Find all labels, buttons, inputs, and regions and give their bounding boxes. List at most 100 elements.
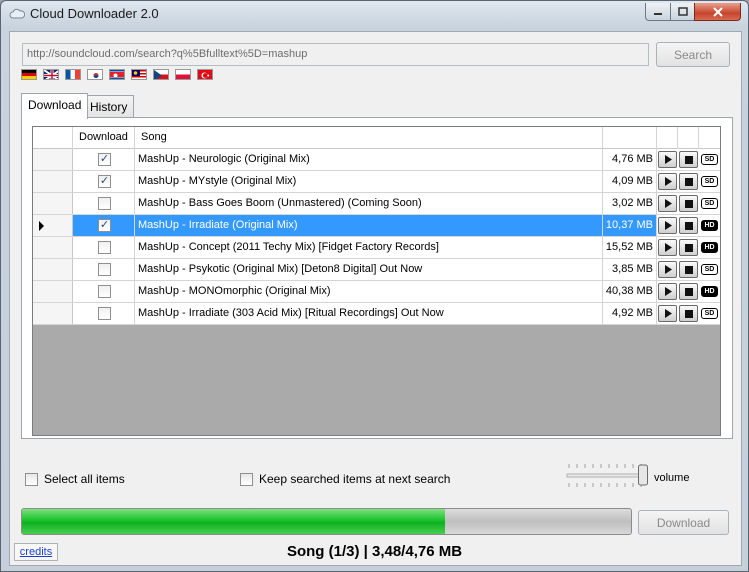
close-icon (712, 6, 723, 17)
stop-button[interactable] (679, 305, 698, 322)
file-size: 3,02 MB (612, 197, 653, 209)
play-button[interactable] (658, 261, 677, 278)
select-all-checkbox[interactable] (25, 472, 38, 486)
row-header[interactable] (33, 281, 73, 302)
download-checkbox[interactable] (98, 307, 111, 320)
turkish-flag-icon[interactable] (197, 69, 213, 80)
stop-button[interactable] (679, 195, 698, 212)
play-button[interactable] (658, 195, 677, 212)
german-flag-icon[interactable] (21, 69, 37, 80)
row-header[interactable] (33, 259, 73, 280)
title-bar[interactable]: Cloud Downloader 2.0 (1, 1, 748, 27)
row-header[interactable] (33, 171, 73, 192)
tab-download[interactable]: Download (21, 93, 89, 119)
play-icon (664, 309, 672, 318)
stop-icon (684, 265, 693, 274)
stop-button[interactable] (679, 217, 698, 234)
stop-button[interactable] (679, 239, 698, 256)
download-checkbox[interactable] (98, 263, 111, 276)
table-row[interactable]: ✓ MashUp - Neurologic (Original Mix) 4,76 … (33, 149, 720, 171)
uk-flag-icon[interactable] (43, 69, 59, 80)
song-title: MashUp - Bass Goes Boom (Unmastered) (Co… (138, 197, 422, 209)
download-progress-bar (21, 508, 632, 535)
download-button[interactable]: Download (638, 510, 729, 535)
download-checkbox[interactable] (98, 197, 111, 210)
polish-flag-icon[interactable] (175, 69, 191, 80)
stop-button[interactable] (679, 283, 698, 300)
column-header-stop[interactable] (678, 127, 699, 149)
volume-slider[interactable] (563, 460, 653, 490)
search-button[interactable]: Search (656, 42, 730, 67)
column-header-download[interactable]: Download (73, 127, 135, 149)
song-title: MashUp - Neurologic (Original Mix) (138, 153, 310, 165)
quality-badge: SD (701, 176, 718, 187)
column-header-play[interactable] (657, 127, 678, 149)
download-checkbox[interactable]: ✓ (98, 219, 111, 232)
column-header-size[interactable] (603, 127, 657, 149)
volume-track (566, 473, 648, 478)
stop-button[interactable] (679, 261, 698, 278)
column-header-song[interactable]: Song (135, 127, 603, 149)
volume-thumb[interactable] (638, 464, 648, 486)
minimize-button[interactable] (645, 3, 671, 21)
stop-icon (684, 309, 693, 318)
window-title: Cloud Downloader 2.0 (30, 6, 159, 21)
play-button[interactable] (658, 217, 677, 234)
table-row[interactable]: MashUp - Irradiate (303 Acid Mix) [Ritua… (33, 303, 720, 325)
play-button[interactable] (658, 151, 677, 168)
volume-label: volume (654, 472, 690, 484)
client-area: http://soundcloud.com/search?q%5Bfulltex… (9, 31, 742, 566)
play-icon (664, 243, 672, 252)
play-icon (664, 287, 672, 296)
czech-flag-icon[interactable] (153, 69, 169, 80)
play-button[interactable] (658, 173, 677, 190)
play-button[interactable] (658, 239, 677, 256)
quality-badge: SD (701, 264, 718, 275)
stop-button[interactable] (679, 173, 698, 190)
table-row[interactable]: ✓ MashUp - Irradiate (Original Mix) 10,37 … (33, 215, 720, 237)
row-header[interactable] (33, 215, 73, 236)
download-checkbox[interactable]: ✓ (98, 153, 111, 166)
korean-flag-icon[interactable] (87, 69, 103, 80)
stop-icon (684, 155, 693, 164)
row-header[interactable] (33, 237, 73, 258)
french-flag-icon[interactable] (65, 69, 81, 80)
download-checkbox[interactable]: ✓ (98, 175, 111, 188)
select-all-option[interactable]: Select all items (25, 472, 125, 486)
stop-icon (684, 287, 693, 296)
play-button[interactable] (658, 305, 677, 322)
row-header[interactable] (33, 303, 73, 324)
file-size: 15,52 MB (605, 241, 653, 253)
table-row[interactable]: MashUp - MONOmorphic (Original Mix) 40,38… (33, 281, 720, 303)
tab-history[interactable]: History (83, 95, 135, 117)
table-row[interactable]: ✓ MashUp - MYstyle (Original Mix) 4,09 MB S… (33, 171, 720, 193)
close-button[interactable] (694, 3, 741, 21)
play-button[interactable] (658, 283, 677, 300)
row-header-column (33, 127, 73, 149)
file-size: 4,92 MB (612, 307, 653, 319)
quality-badge: HD (701, 286, 718, 297)
keep-searched-checkbox[interactable] (240, 472, 253, 486)
table-row[interactable]: MashUp - Bass Goes Boom (Unmastered) (Co… (33, 193, 720, 215)
malaysian-flag-icon[interactable] (131, 69, 147, 80)
select-all-label: Select all items (44, 472, 125, 486)
table-row[interactable]: MashUp - Concept (2011 Techy Mix) [Fidge… (33, 237, 720, 259)
north-korean-flag-icon[interactable] (109, 69, 125, 80)
quality-badge: SD (701, 308, 718, 319)
maximize-button[interactable] (670, 3, 695, 21)
download-checkbox[interactable] (98, 241, 111, 254)
song-title: MashUp - Concept (2011 Techy Mix) [Fidge… (138, 241, 439, 253)
download-checkbox[interactable] (98, 285, 111, 298)
row-header[interactable] (33, 193, 73, 214)
stop-icon (684, 177, 693, 186)
songs-grid: Download Song ✓ MashUp - Neurologic (Orig… (32, 126, 721, 436)
url-input[interactable]: http://soundcloud.com/search?q%5Bfulltex… (22, 43, 649, 66)
stop-button[interactable] (679, 151, 698, 168)
table-row[interactable]: MashUp - Psykotic (Original Mix) [Deton8… (33, 259, 720, 281)
song-title: MashUp - Irradiate (Original Mix) (138, 219, 298, 231)
file-size: 3,85 MB (612, 263, 653, 275)
quality-badge: SD (701, 154, 718, 165)
row-header[interactable] (33, 149, 73, 170)
keep-searched-option[interactable]: Keep searched items at next search (240, 472, 450, 486)
language-flags (21, 69, 213, 80)
